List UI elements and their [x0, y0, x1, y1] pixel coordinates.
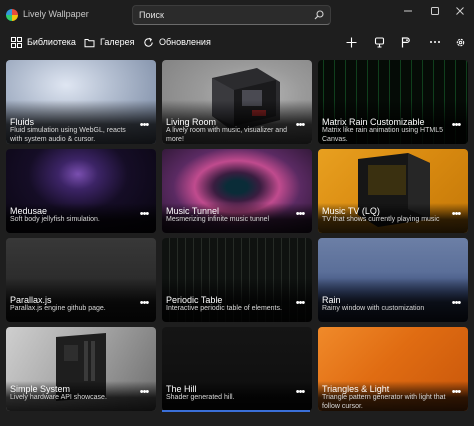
search-box[interactable] [132, 5, 331, 25]
wallpaper-card-medusae[interactable]: Medusae Soft body jellyfish simulation. … [6, 149, 156, 233]
settings-icon [456, 38, 464, 46]
more-options-icon[interactable]: ••• [138, 387, 150, 398]
wallpaper-title: Matrix Rain Customizable [322, 117, 425, 127]
wallpaper-title: The Hill [166, 384, 197, 394]
wallpaper-card-simple-system[interactable]: Simple System Lively hardware API showca… [6, 327, 156, 411]
wallpaper-title: Music Tunnel [166, 206, 220, 216]
control-panel-icon [401, 36, 410, 47]
more-options-icon[interactable]: ••• [138, 298, 150, 309]
search-icon[interactable] [314, 10, 324, 20]
wallpaper-title: Triangles & Light [322, 384, 390, 394]
tab-library-label: Библиотека [27, 37, 76, 47]
wallpaper-description: TV that shows currently playing music [322, 216, 440, 223]
more-options-icon[interactable]: ••• [138, 120, 150, 131]
screen-layout-icon [374, 36, 384, 48]
app-title: Lively Wallpaper [23, 9, 89, 19]
wallpaper-description: Parallax.js engine github page. [10, 305, 106, 312]
tab-gallery[interactable]: Галерея [84, 30, 135, 54]
wallpaper-description: Fluid simulation using WebGL, reacts wit… [10, 127, 126, 143]
wallpaper-card-music-tunnel[interactable]: Music Tunnel Mesmerizing infinite music … [162, 149, 312, 233]
wallpaper-description: Triangle pattern generator with light th… [322, 394, 446, 410]
wallpaper-title: Rain [322, 295, 341, 305]
more-options-icon[interactable]: ••• [294, 298, 306, 309]
more-options-button[interactable] [426, 33, 444, 51]
more-options-icon[interactable]: ••• [294, 387, 306, 398]
wallpaper-title: Music TV (LQ) [322, 206, 380, 216]
more-options-icon[interactable]: ••• [450, 209, 462, 220]
wallpaper-card-rain[interactable]: Rain Rainy window with customization ••• [318, 238, 468, 322]
add-icon [346, 37, 356, 47]
wallpaper-description: Matrix like rain animation using HTML5 C… [322, 127, 443, 143]
wallpaper-description: Mesmerizing infinite music tunnel [166, 216, 270, 223]
maximize-button[interactable] [421, 0, 449, 22]
wallpaper-card-triangles-light[interactable]: Triangles & Light Triangle pattern gener… [318, 327, 468, 411]
wallpaper-title: Fluids [10, 117, 35, 127]
library-icon [11, 36, 22, 48]
wallpaper-title: Medusae [10, 206, 48, 216]
add-wallpaper-button[interactable] [342, 33, 360, 51]
more-options-icon[interactable]: ••• [450, 298, 462, 309]
wallpaper-card-music-tv[interactable]: Music TV (LQ) TV that shows currently pl… [318, 149, 468, 233]
more-options-icon[interactable]: ••• [450, 120, 462, 131]
wallpaper-description: Interactive periodic table of elements. [166, 305, 282, 312]
selection-indicator [162, 410, 310, 412]
wallpaper-description: Soft body jellyfish simulation. [10, 216, 100, 223]
wallpaper-description: Lively hardware API showcase. [10, 394, 107, 401]
updates-icon [144, 37, 153, 47]
gallery-icon [84, 38, 95, 47]
wallpaper-title: Living Room [166, 117, 217, 127]
more-options-icon[interactable]: ••• [294, 120, 306, 131]
wallpaper-title: Parallax.js [10, 295, 52, 305]
more-icon [430, 41, 440, 43]
wallpaper-card-fluids[interactable]: Fluids Fluid simulation using WebGL, rea… [6, 60, 156, 144]
minimize-button[interactable] [394, 0, 422, 22]
more-options-icon[interactable]: ••• [294, 209, 306, 220]
wallpaper-description: Shader generated hill. [166, 394, 235, 401]
search-input[interactable] [139, 8, 309, 22]
wallpaper-title: Periodic Table [166, 295, 223, 305]
maximize-icon [431, 7, 439, 15]
more-options-icon[interactable]: ••• [450, 387, 462, 398]
app-logo [6, 9, 18, 21]
more-options-icon[interactable]: ••• [138, 209, 150, 220]
wallpaper-description: A lively room with music, visualizer and… [166, 127, 287, 143]
wallpaper-description: Rainy window with customization [322, 305, 425, 312]
tab-updates[interactable]: Обновления [143, 30, 211, 54]
close-icon [456, 7, 464, 15]
minimize-icon [404, 10, 412, 12]
control-panel-button[interactable] [396, 33, 414, 51]
wallpaper-title: Simple System [10, 384, 71, 394]
toolbar: Библиотека Галерея Обновления [0, 30, 474, 54]
tab-gallery-label: Галерея [100, 37, 135, 47]
title-bar: Lively Wallpaper [0, 0, 474, 30]
settings-button[interactable] [451, 33, 469, 51]
screen-layout-button[interactable] [370, 33, 388, 51]
tab-updates-label: Обновления [159, 37, 211, 47]
wallpaper-card-living-room[interactable]: Living Room A lively room with music, vi… [162, 60, 312, 144]
wallpaper-card-periodic-table[interactable]: Periodic Table Interactive periodic tabl… [162, 238, 312, 322]
close-button[interactable] [446, 0, 474, 22]
wallpaper-card-matrix-rain[interactable]: Matrix Rain Customizable Matrix like rai… [318, 60, 468, 144]
wallpaper-card-the-hill[interactable]: The Hill Shader generated hill. ••• [162, 327, 312, 411]
tab-library[interactable]: Библиотека [11, 30, 76, 54]
wallpaper-card-parallax[interactable]: Parallax.js Parallax.js engine github pa… [6, 238, 156, 322]
